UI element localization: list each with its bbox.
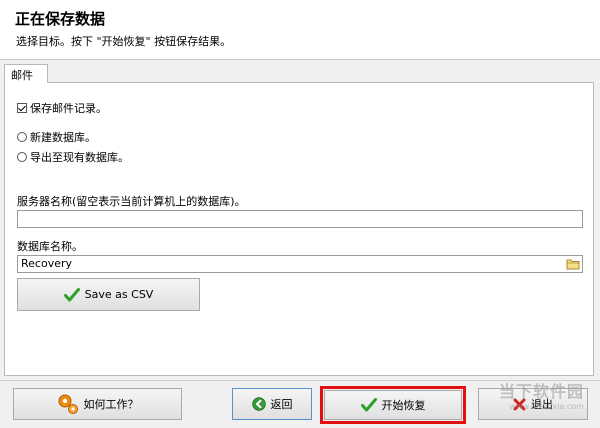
- page-subtitle: 选择目标。按下 "开始恢复" 按钮保存结果。: [16, 35, 232, 48]
- watermark-text: 当下软件园: [498, 382, 584, 401]
- save-as-csv-button[interactable]: Save as CSV: [17, 278, 200, 311]
- watermark: 当下软件园 www.downxia.com: [499, 378, 584, 411]
- tab-mail[interactable]: 邮件: [4, 64, 48, 83]
- page-title: 正在保存数据: [15, 10, 106, 28]
- how-it-works-label: 如何工作？: [83, 398, 139, 411]
- save-as-csv-label: Save as CSV: [84, 288, 154, 301]
- new-database-radio[interactable]: 新建数据库。: [17, 129, 96, 145]
- gears-icon: [58, 394, 78, 414]
- database-name-label: 数据库名称。: [17, 240, 83, 253]
- back-button[interactable]: 返回: [232, 388, 312, 420]
- mail-options-panel: 保存邮件记录。 新建数据库。 导出至现有数据库。 服务器名称(留空表示当前计算机…: [4, 82, 594, 376]
- start-recovery-label: 开始恢复: [381, 399, 426, 412]
- back-arrow-icon: [251, 397, 266, 411]
- save-mail-records-label: 保存邮件记录。: [30, 102, 107, 115]
- how-it-works-button[interactable]: 如何工作？: [13, 388, 182, 420]
- new-database-label: 新建数据库。: [30, 131, 96, 144]
- save-mail-records-checkbox[interactable]: 保存邮件记录。: [17, 100, 107, 116]
- radio-icon: [17, 152, 27, 162]
- watermark-url: www.downxia.com: [509, 402, 584, 411]
- radio-icon: [17, 132, 27, 142]
- database-name-input[interactable]: Recovery: [17, 255, 583, 273]
- server-name-label: 服务器名称(留空表示当前计算机上的数据库)。: [17, 195, 246, 208]
- start-recovery-button[interactable]: 开始恢复: [324, 390, 462, 420]
- back-label: 返回: [270, 398, 293, 411]
- green-check-icon: [63, 287, 80, 301]
- green-check-icon: [360, 398, 377, 412]
- checkbox-checked-icon: [17, 103, 27, 113]
- header: 正在保存数据 选择目标。按下 "开始恢复" 按钮保存结果。: [0, 0, 600, 60]
- export-existing-radio[interactable]: 导出至现有数据库。: [17, 149, 129, 165]
- export-existing-label: 导出至现有数据库。: [30, 151, 129, 164]
- folder-browse-icon[interactable]: [565, 256, 581, 272]
- database-name-value: Recovery: [21, 257, 73, 270]
- server-name-input[interactable]: [17, 210, 583, 228]
